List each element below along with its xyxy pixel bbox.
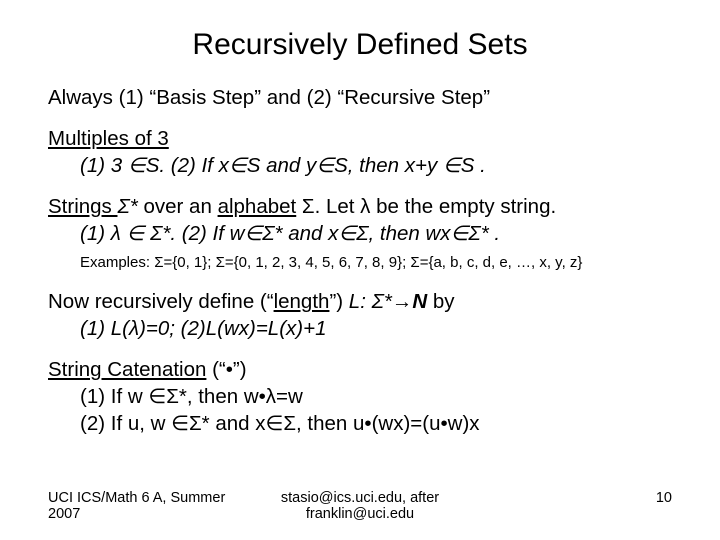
strings-examples: Examples: Σ={0, 1}; Σ={0, 1, 2, 3, 4, 5,… xyxy=(48,254,582,271)
slide-footer: UCI ICS/Math 6 A, Summer 2007 stasio@ics… xyxy=(48,490,672,522)
multiples-def: (1) 3 ∈S. (2) If x∈S and y∈S, then x+y ∈… xyxy=(48,154,486,177)
length-sig: L: Σ*→ xyxy=(349,290,413,313)
footer-left: UCI ICS/Math 6 A, Summer 2007 xyxy=(48,490,256,522)
multiples-para: Multiples of 3 (1) 3 ∈S. (2) If x∈S and … xyxy=(48,125,672,179)
footer-center: stasio@ics.uci.edu, after franklin@uci.e… xyxy=(256,490,464,522)
length-para: Now recursively define (“length”) L: Σ*→… xyxy=(48,288,672,342)
footer-center-line1: stasio@ics.uci.edu, after xyxy=(281,490,439,506)
strings-mid2: Σ. Let λ be the empty string. xyxy=(296,195,556,218)
footer-center-line2: franklin@uci.edu xyxy=(306,506,414,522)
catenation-sym: (“•”) xyxy=(206,358,246,381)
length-label: length xyxy=(274,290,330,313)
page-number: 10 xyxy=(464,490,672,506)
length-txt3: by xyxy=(427,290,454,313)
catenation-l1: (1) If w ∈Σ*, then w•λ=w xyxy=(48,385,303,408)
strings-para: Strings Σ* over an alphabet Σ. Let λ be … xyxy=(48,193,672,274)
sigma-star: Σ* xyxy=(118,195,138,218)
length-N: N xyxy=(412,290,427,313)
slide: Recursively Defined Sets Always (1) “Bas… xyxy=(0,0,720,540)
strings-def: (1) λ ∈ Σ*. (2) If w∈Σ* and x∈Σ, then wx… xyxy=(48,222,500,245)
length-def: (1) L(λ)=0; (2)L(wx)=L(x)+1 xyxy=(48,317,326,340)
length-txt2: ”) xyxy=(329,290,348,313)
strings-label: Strings xyxy=(48,195,118,218)
alphabet-label: alphabet xyxy=(218,195,297,218)
strings-mid1: over an xyxy=(138,195,218,218)
length-txt1: Now recursively define (“ xyxy=(48,290,274,313)
slide-title: Recursively Defined Sets xyxy=(48,28,672,62)
multiples-heading: Multiples of 3 xyxy=(48,127,169,150)
intro-para: Always (1) “Basis Step” and (2) “Recursi… xyxy=(48,84,672,111)
slide-body: Always (1) “Basis Step” and (2) “Recursi… xyxy=(48,84,672,438)
catenation-l2: (2) If u, w ∈Σ* and x∈Σ, then u•(wx)=(u•… xyxy=(48,412,480,435)
catenation-label: String Catenation xyxy=(48,358,206,381)
catenation-para: String Catenation (“•”) (1) If w ∈Σ*, th… xyxy=(48,356,672,437)
